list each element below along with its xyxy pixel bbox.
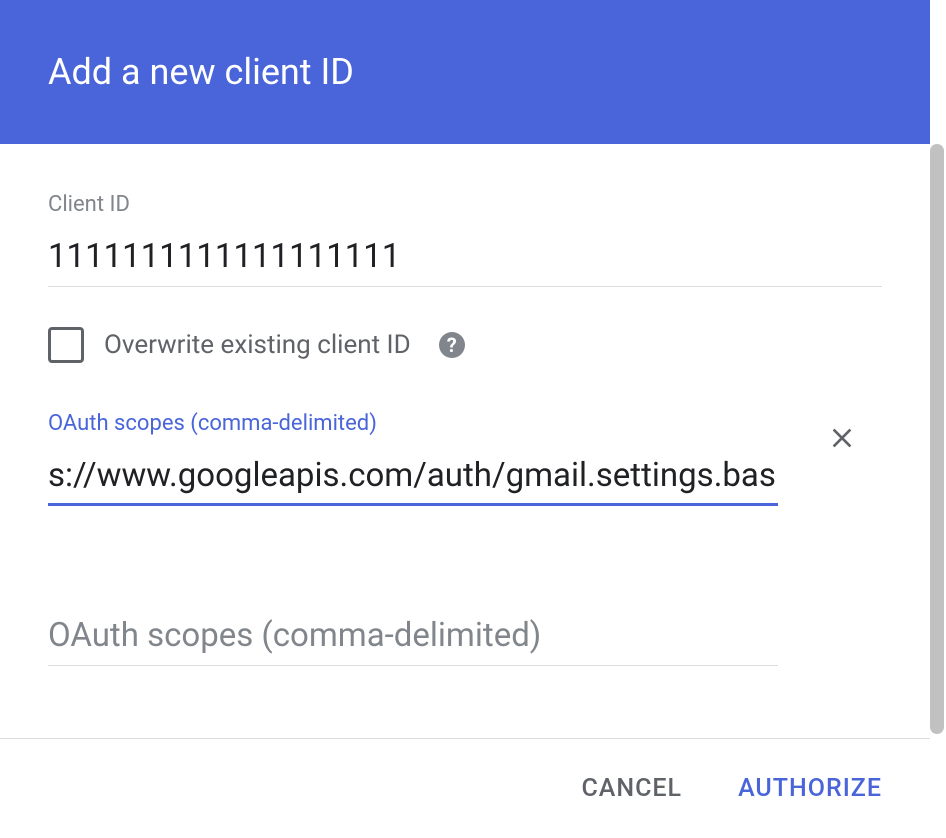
authorize-button[interactable]: AUTHORIZE <box>730 764 890 813</box>
help-icon[interactable]: ? <box>439 332 465 358</box>
overwrite-checkbox-label: Overwrite existing client ID <box>104 330 411 360</box>
scopes-placeholder-input[interactable] <box>48 616 778 666</box>
dialog-title: Add a new client ID <box>48 51 354 93</box>
scopes-input[interactable] <box>48 456 778 506</box>
cancel-button[interactable]: CANCEL <box>573 764 690 813</box>
client-id-input[interactable] <box>48 237 882 287</box>
scopes-label: OAuth scopes (comma-delimited) <box>48 411 778 436</box>
scopes-row: OAuth scopes (comma-delimited) <box>48 411 882 506</box>
overwrite-checkbox-row: Overwrite existing client ID ? <box>48 327 882 363</box>
dialog-header: Add a new client ID <box>0 0 930 144</box>
scopes-field-group: OAuth scopes (comma-delimited) <box>48 411 778 506</box>
scopes-placeholder-group <box>48 616 882 666</box>
dialog-content: Client ID Overwrite existing client ID ?… <box>0 144 930 666</box>
client-id-label: Client ID <box>48 192 882 217</box>
close-icon[interactable] <box>826 422 858 454</box>
scrollbar[interactable] <box>930 144 944 734</box>
client-id-field-group: Client ID <box>48 192 882 287</box>
overwrite-checkbox[interactable] <box>48 327 84 363</box>
dialog-footer: CANCEL AUTHORIZE <box>0 738 930 838</box>
